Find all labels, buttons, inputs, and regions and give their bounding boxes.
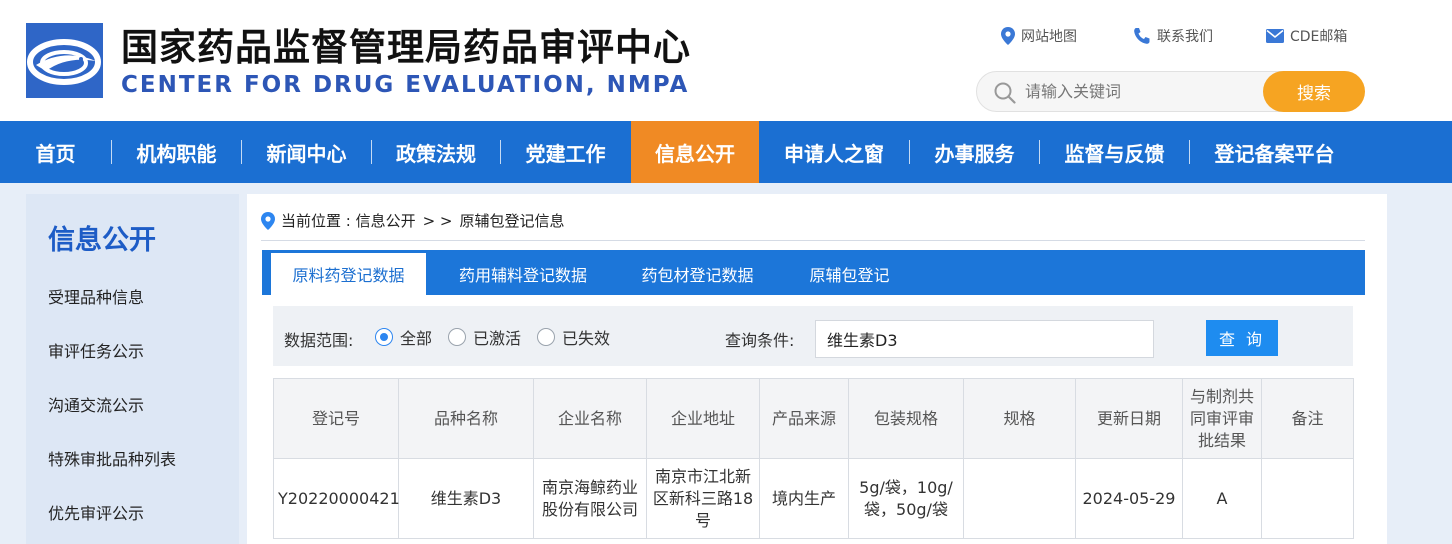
sidebar-item-communication[interactable]: 沟通交流公示 <box>48 392 144 416</box>
column-header: 品种名称 <box>398 378 534 459</box>
results-table: 登记号 品种名称 企业名称 企业地址 产品来源 包装规格 规格 更新日期 与制剂… <box>273 378 1354 539</box>
cell-joint-review-result: A <box>1182 458 1262 539</box>
cell-registration-no: Y20220000421 <box>273 458 400 539</box>
sidebar-item-review-tasks[interactable]: 审评任务公示 <box>48 338 144 362</box>
contact-label: 联系我们 <box>1157 29 1213 45</box>
query-input[interactable] <box>815 320 1154 358</box>
sidebar-title: 信息公开 <box>48 225 156 256</box>
radio-all-label: 全部 <box>400 329 433 348</box>
nav-item-party[interactable]: 党建工作 <box>501 121 630 183</box>
breadcrumb-divider <box>261 240 1365 241</box>
column-header: 备注 <box>1261 378 1354 459</box>
phone-icon <box>1134 28 1150 44</box>
tab-excipients[interactable]: 药用辅料登记数据 <box>438 253 608 295</box>
column-header: 登记号 <box>273 378 399 459</box>
tab-registration[interactable]: 原辅包登记 <box>787 253 912 295</box>
radio-expired-label: 已失效 <box>562 329 611 348</box>
column-header: 与制剂共同审评审批结果 <box>1182 378 1262 459</box>
sitemap-label: 网站地图 <box>1021 29 1077 45</box>
page: 国家药品监督管理局药品审评中心 CENTER FOR DRUG EVALUATI… <box>0 0 1452 544</box>
tab-bar: 原料药登记数据 药用辅料登记数据 药包材登记数据 原辅包登记 <box>262 250 1365 295</box>
breadcrumb-prefix[interactable]: 当前位置 : 信息公开 <box>281 210 416 231</box>
breadcrumb-separator: > > <box>422 211 453 230</box>
search-bar: 搜索 <box>976 71 1365 112</box>
sidebar-item-special-approval[interactable]: 特殊审批品种列表 <box>48 446 176 470</box>
nav-item-services[interactable]: 办事服务 <box>910 121 1039 183</box>
radio-activated[interactable]: 已激活 <box>448 325 521 349</box>
table-header-row: 登记号 品种名称 企业名称 企业地址 产品来源 包装规格 规格 更新日期 与制剂… <box>273 378 1354 459</box>
site-title: 国家药品监督管理局药品审评中心 <box>121 26 691 69</box>
sidebar: 信息公开 受理品种信息 审评任务公示 沟通交流公示 特殊审批品种列表 优先审评公… <box>26 194 239 544</box>
nav-item-info-disclosure[interactable]: 信息公开 <box>631 121 759 183</box>
scope-label: 数据范围: <box>284 331 354 350</box>
column-header: 包装规格 <box>848 378 964 459</box>
cell-update-date: 2024-05-29 <box>1075 458 1183 539</box>
cell-variety-name: 维生素D3 <box>398 458 534 539</box>
sitemap-link[interactable]: 网站地图 <box>1001 26 1077 46</box>
cde-logo[interactable] <box>26 23 103 98</box>
logo-graphic <box>26 23 103 98</box>
tab-raw-materials[interactable]: 原料药登记数据 <box>271 253 426 295</box>
radio-all-circle[interactable] <box>375 328 393 346</box>
cell-spec <box>963 458 1076 539</box>
cell-product-source: 境内生产 <box>759 458 849 539</box>
column-header: 企业名称 <box>533 378 647 459</box>
column-header: 产品来源 <box>759 378 849 459</box>
cell-package-spec: 5g/袋，10g/袋，50g/袋 <box>848 458 964 539</box>
cell-company-address: 南京市江北新区新科三路18号 <box>646 458 760 539</box>
tab-packaging-materials[interactable]: 药包材登记数据 <box>620 253 775 295</box>
search-icon <box>994 82 1016 104</box>
query-button[interactable]: 查 询 <box>1206 320 1278 356</box>
site-header: 国家药品监督管理局药品审评中心 CENTER FOR DRUG EVALUATI… <box>0 0 1452 121</box>
radio-expired[interactable]: 已失效 <box>537 325 610 349</box>
query-label: 查询条件: <box>725 331 795 350</box>
sidebar-item-accepted-varieties[interactable]: 受理品种信息 <box>48 284 144 308</box>
radio-expired-circle[interactable] <box>537 328 555 346</box>
site-subtitle: CENTER FOR DRUG EVALUATION, NMPA <box>121 72 690 98</box>
table-row[interactable]: Y20220000421 维生素D3 南京海鲸药业股份有限公司 南京市江北新区新… <box>273 458 1354 539</box>
radio-activated-label: 已激活 <box>473 329 522 348</box>
location-pin-icon <box>1001 27 1015 45</box>
nav-item-applicant[interactable]: 申请人之窗 <box>759 121 909 183</box>
main-nav: 首页 机构职能 新闻中心 政策法规 党建工作 信息公开 申请人之窗 办事服务 监… <box>0 121 1452 183</box>
sidebar-item-priority-review[interactable]: 优先审评公示 <box>48 500 144 524</box>
column-header: 企业地址 <box>646 378 760 459</box>
contact-link[interactable]: 联系我们 <box>1133 26 1213 46</box>
column-header: 更新日期 <box>1075 378 1183 459</box>
mail-icon <box>1266 29 1284 43</box>
search-button[interactable]: 搜索 <box>1263 71 1365 112</box>
search-input[interactable] <box>1025 73 1255 110</box>
breadcrumb: 当前位置 : 信息公开 > > 原辅包登记信息 <box>261 210 565 231</box>
filter-panel: 数据范围: 全部 已激活 已失效 查询条件: 查 询 <box>273 306 1353 366</box>
nav-item-functions[interactable]: 机构职能 <box>112 121 241 183</box>
cell-remarks <box>1261 458 1354 539</box>
mail-label: CDE邮箱 <box>1290 29 1348 45</box>
cell-company-name: 南京海鲸药业股份有限公司 <box>533 458 647 539</box>
nav-item-registration[interactable]: 登记备案平台 <box>1190 121 1359 183</box>
nav-item-home[interactable]: 首页 <box>0 121 111 183</box>
breadcrumb-current: 原辅包登记信息 <box>459 212 565 230</box>
column-header: 规格 <box>963 378 1076 459</box>
radio-all[interactable]: 全部 <box>375 325 432 349</box>
nav-item-feedback[interactable]: 监督与反馈 <box>1040 121 1189 183</box>
radio-activated-circle[interactable] <box>448 328 466 346</box>
nav-item-news[interactable]: 新闻中心 <box>242 121 371 183</box>
location-pin-icon <box>261 211 275 230</box>
content-panel: 当前位置 : 信息公开 > > 原辅包登记信息 原料药登记数据 药用辅料登记数据… <box>247 194 1387 544</box>
nav-item-policy[interactable]: 政策法规 <box>372 121 500 183</box>
mail-link[interactable]: CDE邮箱 <box>1266 26 1347 46</box>
